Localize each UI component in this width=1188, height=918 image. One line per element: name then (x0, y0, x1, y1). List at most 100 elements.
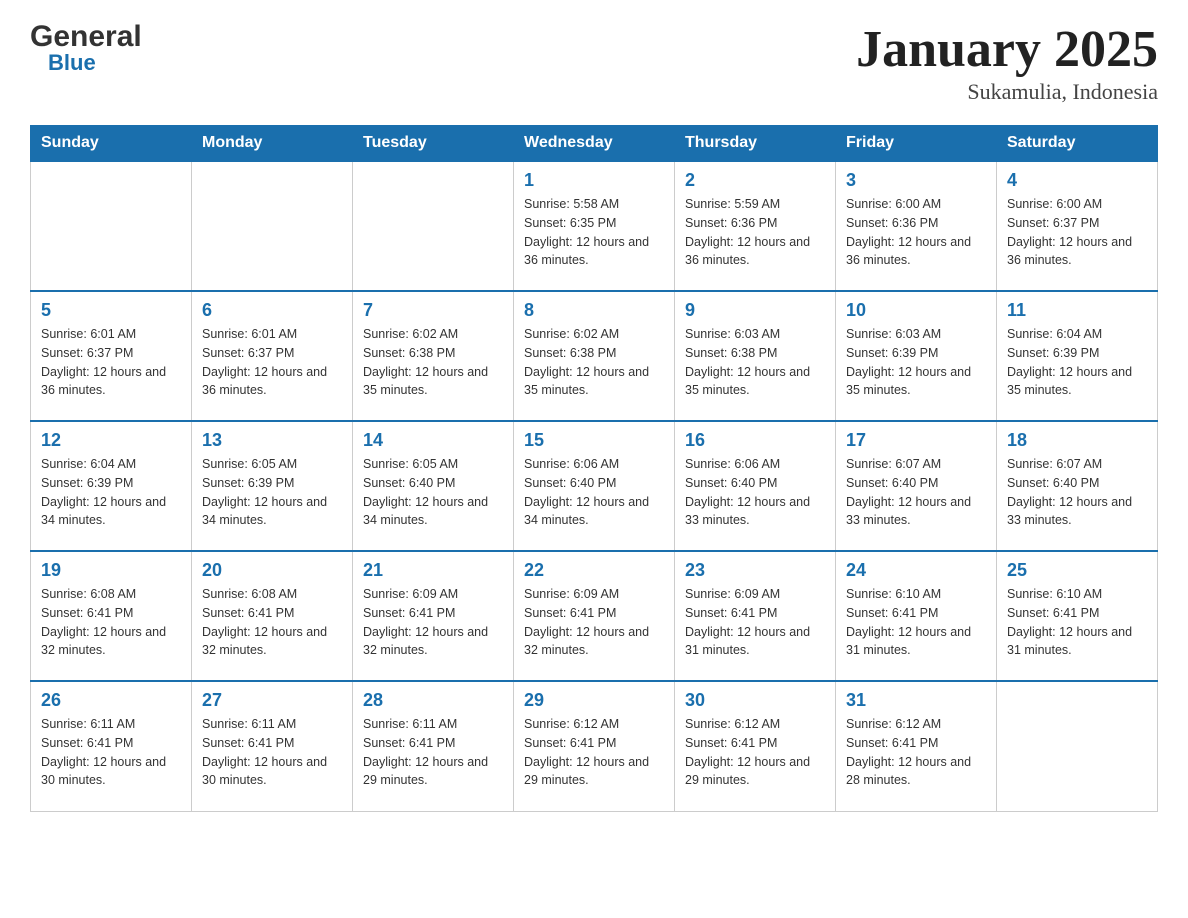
day-number: 4 (1007, 170, 1147, 191)
col-saturday: Saturday (997, 126, 1158, 162)
day-number: 31 (846, 690, 986, 711)
day-info: Sunrise: 6:02 AM Sunset: 6:38 PM Dayligh… (524, 325, 664, 400)
day-info: Sunrise: 6:11 AM Sunset: 6:41 PM Dayligh… (41, 715, 181, 790)
calendar-cell (353, 161, 514, 291)
day-number: 28 (363, 690, 503, 711)
calendar-cell: 18Sunrise: 6:07 AM Sunset: 6:40 PM Dayli… (997, 421, 1158, 551)
calendar-cell: 23Sunrise: 6:09 AM Sunset: 6:41 PM Dayli… (675, 551, 836, 681)
calendar-week-4: 19 Sunrise: 6:08 AM Sunset: 6:41 PM Dayli… (31, 551, 1158, 681)
day-info: Sunrise: 6:06 AM Sunset: 6:40 PM Dayligh… (685, 455, 825, 530)
title-block: January 2025 Sukamulia, Indonesia (856, 20, 1158, 105)
day-info: Sunrise: 6:05 AM Sunset: 6:40 PM Dayligh… (363, 455, 503, 530)
calendar-cell: 20 Sunrise: 6:08 AM Sunset: 6:41 PM Dayli… (192, 551, 353, 681)
calendar-cell: 24Sunrise: 6:10 AM Sunset: 6:41 PM Dayli… (836, 551, 997, 681)
day-info: Sunrise: 6:12 AM Sunset: 6:41 PM Dayligh… (685, 715, 825, 790)
day-number: 8 (524, 300, 664, 321)
day-info: Sunrise: 6:04 AM Sunset: 6:39 PM Dayligh… (41, 455, 181, 530)
day-number: 5 (41, 300, 181, 321)
calendar-cell: 11 Sunrise: 6:04 AM Sunset: 6:39 PM Dayli… (997, 291, 1158, 421)
col-wednesday: Wednesday (514, 126, 675, 162)
day-info: Sunrise: 6:08 AM Sunset: 6:41 PM Dayligh… (41, 585, 181, 660)
calendar-cell (997, 681, 1158, 811)
calendar-week-2: 5 Sunrise: 6:01 AM Sunset: 6:37 PM Daylig… (31, 291, 1158, 421)
day-number: 20 (202, 560, 342, 581)
calendar-cell: 22 Sunrise: 6:09 AM Sunset: 6:41 PM Dayli… (514, 551, 675, 681)
day-info: Sunrise: 6:06 AM Sunset: 6:40 PM Dayligh… (524, 455, 664, 530)
day-number: 22 (524, 560, 664, 581)
calendar-cell: 15 Sunrise: 6:06 AM Sunset: 6:40 PM Dayli… (514, 421, 675, 551)
day-number: 17 (846, 430, 986, 451)
calendar-week-1: 1Sunrise: 5:58 AM Sunset: 6:35 PM Daylig… (31, 161, 1158, 291)
logo-blue-row: Blue (30, 50, 96, 76)
day-number: 26 (41, 690, 181, 711)
day-number: 25 (1007, 560, 1147, 581)
col-thursday: Thursday (675, 126, 836, 162)
day-info: Sunrise: 6:12 AM Sunset: 6:41 PM Dayligh… (846, 715, 986, 790)
day-number: 27 (202, 690, 342, 711)
calendar-cell: 31 Sunrise: 6:12 AM Sunset: 6:41 PM Dayli… (836, 681, 997, 811)
day-number: 23 (685, 560, 825, 581)
day-number: 9 (685, 300, 825, 321)
day-info: Sunrise: 6:10 AM Sunset: 6:41 PM Dayligh… (1007, 585, 1147, 660)
day-number: 11 (1007, 300, 1147, 321)
calendar-cell: 21 Sunrise: 6:09 AM Sunset: 6:41 PM Dayli… (353, 551, 514, 681)
day-number: 14 (363, 430, 503, 451)
calendar-cell: 27 Sunrise: 6:11 AM Sunset: 6:41 PM Dayli… (192, 681, 353, 811)
day-info: Sunrise: 6:05 AM Sunset: 6:39 PM Dayligh… (202, 455, 342, 530)
calendar-cell: 6 Sunrise: 6:01 AM Sunset: 6:37 PM Daylig… (192, 291, 353, 421)
calendar-cell (192, 161, 353, 291)
day-number: 15 (524, 430, 664, 451)
calendar-cell: 9Sunrise: 6:03 AM Sunset: 6:38 PM Daylig… (675, 291, 836, 421)
day-info: Sunrise: 6:09 AM Sunset: 6:41 PM Dayligh… (363, 585, 503, 660)
logo-general-text: General (30, 20, 142, 54)
day-info: Sunrise: 5:59 AM Sunset: 6:36 PM Dayligh… (685, 195, 825, 270)
calendar-week-5: 26 Sunrise: 6:11 AM Sunset: 6:41 PM Dayli… (31, 681, 1158, 811)
day-number: 19 (41, 560, 181, 581)
calendar-cell: 29 Sunrise: 6:12 AM Sunset: 6:41 PM Dayli… (514, 681, 675, 811)
day-info: Sunrise: 6:01 AM Sunset: 6:37 PM Dayligh… (41, 325, 181, 400)
day-number: 13 (202, 430, 342, 451)
day-info: Sunrise: 6:00 AM Sunset: 6:36 PM Dayligh… (846, 195, 986, 270)
calendar-cell: 1Sunrise: 5:58 AM Sunset: 6:35 PM Daylig… (514, 161, 675, 291)
col-tuesday: Tuesday (353, 126, 514, 162)
day-number: 10 (846, 300, 986, 321)
day-info: Sunrise: 6:00 AM Sunset: 6:37 PM Dayligh… (1007, 195, 1147, 270)
page-header: General Blue January 2025 Sukamulia, Ind… (30, 20, 1158, 105)
calendar-cell: 19 Sunrise: 6:08 AM Sunset: 6:41 PM Dayli… (31, 551, 192, 681)
day-number: 6 (202, 300, 342, 321)
day-info: Sunrise: 6:08 AM Sunset: 6:41 PM Dayligh… (202, 585, 342, 660)
calendar-cell: 4 Sunrise: 6:00 AM Sunset: 6:37 PM Daylig… (997, 161, 1158, 291)
calendar-cell: 17Sunrise: 6:07 AM Sunset: 6:40 PM Dayli… (836, 421, 997, 551)
logo: General Blue (30, 20, 142, 76)
calendar-title: January 2025 (856, 20, 1158, 79)
calendar-cell: 8 Sunrise: 6:02 AM Sunset: 6:38 PM Daylig… (514, 291, 675, 421)
day-info: Sunrise: 6:10 AM Sunset: 6:41 PM Dayligh… (846, 585, 986, 660)
day-number: 3 (846, 170, 986, 191)
day-number: 1 (524, 170, 664, 191)
col-friday: Friday (836, 126, 997, 162)
day-info: Sunrise: 6:11 AM Sunset: 6:41 PM Dayligh… (363, 715, 503, 790)
day-number: 16 (685, 430, 825, 451)
calendar-cell: 5 Sunrise: 6:01 AM Sunset: 6:37 PM Daylig… (31, 291, 192, 421)
day-info: Sunrise: 6:12 AM Sunset: 6:41 PM Dayligh… (524, 715, 664, 790)
day-info: Sunrise: 6:09 AM Sunset: 6:41 PM Dayligh… (524, 585, 664, 660)
day-number: 18 (1007, 430, 1147, 451)
day-number: 2 (685, 170, 825, 191)
day-number: 7 (363, 300, 503, 321)
day-info: Sunrise: 6:11 AM Sunset: 6:41 PM Dayligh… (202, 715, 342, 790)
calendar-cell: 14 Sunrise: 6:05 AM Sunset: 6:40 PM Dayli… (353, 421, 514, 551)
day-info: Sunrise: 6:04 AM Sunset: 6:39 PM Dayligh… (1007, 325, 1147, 400)
calendar-week-3: 12 Sunrise: 6:04 AM Sunset: 6:39 PM Dayli… (31, 421, 1158, 551)
day-number: 12 (41, 430, 181, 451)
col-monday: Monday (192, 126, 353, 162)
calendar-cell: 13 Sunrise: 6:05 AM Sunset: 6:39 PM Dayli… (192, 421, 353, 551)
calendar-header-row: Sunday Monday Tuesday Wednesday Thursday… (31, 126, 1158, 162)
day-info: Sunrise: 6:02 AM Sunset: 6:38 PM Dayligh… (363, 325, 503, 400)
calendar-cell: 10 Sunrise: 6:03 AM Sunset: 6:39 PM Dayli… (836, 291, 997, 421)
day-info: Sunrise: 6:01 AM Sunset: 6:37 PM Dayligh… (202, 325, 342, 400)
day-info: Sunrise: 6:03 AM Sunset: 6:39 PM Dayligh… (846, 325, 986, 400)
day-number: 29 (524, 690, 664, 711)
logo-blue-text: Blue (48, 50, 96, 76)
calendar-cell (31, 161, 192, 291)
day-number: 21 (363, 560, 503, 581)
